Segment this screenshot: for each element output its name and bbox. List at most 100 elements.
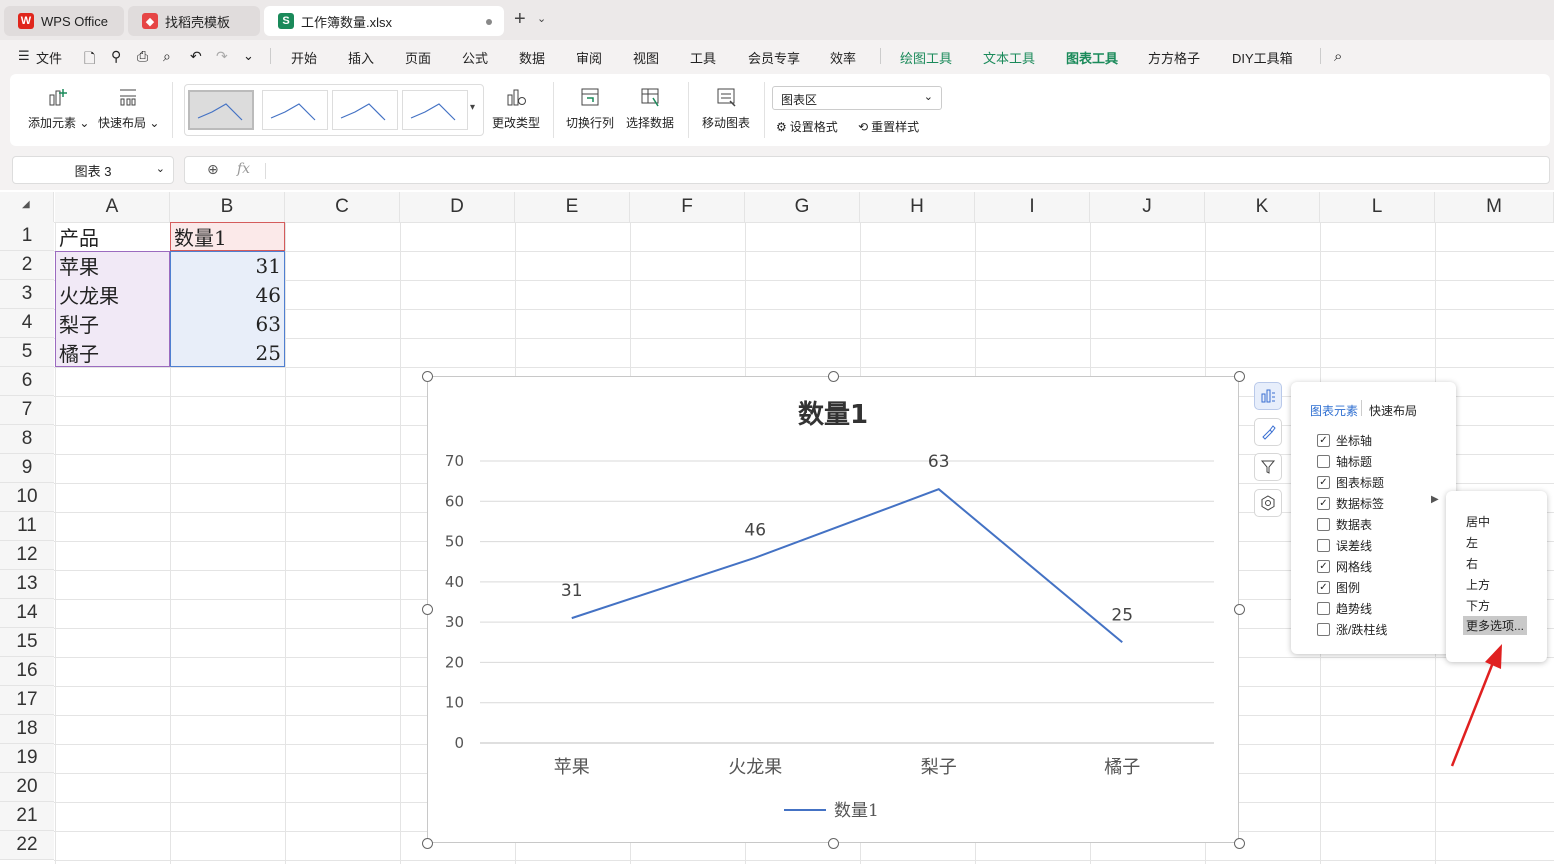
print-preview-icon[interactable]: ⌕ (163, 48, 171, 65)
reset-style-button[interactable]: ⟲ 重置样式 (858, 118, 919, 135)
column-header-b[interactable]: B (170, 192, 285, 222)
row-header-16[interactable]: 16 (0, 657, 54, 686)
chart-style-thumb-3[interactable] (332, 90, 398, 130)
menu-drawing-tools[interactable]: 绘图工具 (900, 48, 952, 67)
resize-handle[interactable] (828, 371, 839, 382)
label-position-option[interactable]: 上方 (1466, 576, 1490, 593)
row-header-20[interactable]: 20 (0, 773, 54, 802)
resize-handle[interactable] (422, 604, 433, 615)
tab-list-chevron-icon[interactable]: ⌄ (537, 12, 546, 25)
row-header-18[interactable]: 18 (0, 715, 54, 744)
element-option[interactable]: 轴标题 (1317, 453, 1372, 470)
redo-icon[interactable]: ↷ (216, 48, 228, 65)
row-header-4[interactable]: 4 (0, 309, 54, 338)
formula-input-area[interactable]: ⊕ fx (184, 156, 1550, 184)
menu-chart-tools[interactable]: 图表工具 (1066, 48, 1119, 74)
menu-insert[interactable]: 插入 (348, 48, 374, 67)
element-option[interactable]: ✓ 数据标签 (1317, 495, 1384, 512)
element-option[interactable]: ✓ 网格线 (1317, 558, 1372, 575)
checkbox-unchecked-icon[interactable] (1317, 539, 1330, 552)
resize-handle[interactable] (1234, 604, 1245, 615)
data-point[interactable] (752, 555, 758, 561)
menu-data[interactable]: 数据 (519, 48, 545, 67)
cell-a3[interactable]: 火龙果 (59, 280, 119, 309)
checkbox-checked-icon[interactable]: ✓ (1317, 560, 1330, 573)
row-header-5[interactable]: 5 (0, 338, 54, 367)
resize-handle[interactable] (422, 838, 433, 849)
column-header-e[interactable]: E (515, 192, 630, 222)
unsaved-dot-icon[interactable] (486, 19, 492, 25)
move-chart-button[interactable]: 移动图表 (696, 86, 756, 131)
row-header-14[interactable]: 14 (0, 599, 54, 628)
column-header-j[interactable]: J (1090, 192, 1205, 222)
share-icon[interactable]: ⚲ (111, 48, 121, 65)
new-tab-plus-icon[interactable]: + (514, 8, 526, 31)
gallery-more-chevron-icon[interactable]: ▾ (470, 102, 475, 113)
select-all-corner[interactable]: ◢ (0, 192, 54, 222)
data-point[interactable] (569, 615, 575, 621)
chevron-right-icon[interactable]: ▶ (1431, 494, 1439, 505)
select-data-button[interactable]: 选择数据 (622, 86, 678, 131)
change-type-button[interactable]: 更改类型 (488, 86, 544, 131)
switch-row-col-button[interactable]: 切换行列 (562, 86, 618, 131)
checkbox-checked-icon[interactable]: ✓ (1317, 581, 1330, 594)
menu-view[interactable]: 视图 (633, 48, 659, 67)
data-point[interactable] (1119, 639, 1125, 645)
menu-diy-toolbox[interactable]: DIY工具箱 (1232, 48, 1293, 67)
checkbox-unchecked-icon[interactable] (1317, 518, 1330, 531)
tab-template[interactable]: ◆ 找稻壳模板 (128, 6, 260, 36)
element-option[interactable]: ✓ 图例 (1317, 579, 1360, 596)
row-header-12[interactable]: 12 (0, 541, 54, 570)
resize-handle[interactable] (828, 838, 839, 849)
chart-title[interactable]: 数量1 (798, 400, 868, 430)
cell-b1[interactable]: 数量1 (174, 222, 227, 251)
element-option[interactable]: 数据表 (1317, 516, 1372, 533)
cell-b2[interactable]: 31 (170, 251, 281, 280)
chart-style-button[interactable] (1254, 418, 1282, 446)
chart-style-thumb-4[interactable] (402, 90, 468, 130)
menu-home[interactable]: 开始 (291, 48, 317, 67)
save-icon[interactable]: 🗋 (84, 48, 95, 72)
fx-icon[interactable]: fx (237, 161, 250, 177)
checkbox-unchecked-icon[interactable] (1317, 623, 1330, 636)
element-option[interactable]: 趋势线 (1317, 600, 1372, 617)
row-header-10[interactable]: 10 (0, 483, 54, 512)
element-option[interactable]: 误差线 (1317, 537, 1372, 554)
cell-b4[interactable]: 63 (170, 309, 281, 338)
chart-filter-button[interactable] (1254, 453, 1282, 481)
row-header-15[interactable]: 15 (0, 628, 54, 657)
search-icon[interactable]: ⌕ (1334, 48, 1342, 65)
checkbox-checked-icon[interactable]: ✓ (1317, 476, 1330, 489)
resize-handle[interactable] (422, 371, 433, 382)
column-header-h[interactable]: H (860, 192, 975, 222)
element-option[interactable]: ✓ 图表标题 (1317, 474, 1384, 491)
column-header-d[interactable]: D (400, 192, 515, 222)
data-label[interactable]: 46 (744, 521, 766, 541)
row-header-7[interactable]: 7 (0, 396, 54, 425)
row-header-13[interactable]: 13 (0, 570, 54, 599)
row-header-8[interactable]: 8 (0, 425, 54, 454)
data-point[interactable] (936, 486, 942, 492)
chart-elements-button[interactable] (1254, 382, 1282, 410)
element-option[interactable]: ✓ 坐标轴 (1317, 432, 1372, 449)
column-header-l[interactable]: L (1320, 192, 1435, 222)
hamburger-icon[interactable]: ☰ (18, 48, 30, 64)
row-header-17[interactable]: 17 (0, 686, 54, 715)
menu-formula[interactable]: 公式 (462, 48, 488, 67)
chart-settings-button[interactable] (1254, 489, 1282, 517)
column-header-c[interactable]: C (285, 192, 400, 222)
row-header-6[interactable]: 6 (0, 367, 54, 396)
row-header-11[interactable]: 11 (0, 512, 54, 541)
column-header-k[interactable]: K (1205, 192, 1320, 222)
line-chart[interactable]: 数量1 0 10 20 30 40 50 60 70 苹果 火龙果 梨子 橘子 31 46 63 25 数量1 (427, 376, 1239, 843)
tab-wps-office[interactable]: W WPS Office (4, 6, 124, 36)
data-label[interactable]: 25 (1111, 605, 1133, 625)
menu-review[interactable]: 审阅 (576, 48, 602, 67)
cell-a5[interactable]: 橘子 (59, 338, 99, 367)
series-line[interactable] (571, 488, 1123, 644)
quick-layout-button[interactable]: 快速布局 ⌄ (98, 86, 159, 131)
label-position-option[interactable]: 下方 (1466, 597, 1490, 614)
menu-member[interactable]: 会员专享 (748, 48, 800, 67)
cell-a4[interactable]: 梨子 (59, 309, 99, 338)
row-header-21[interactable]: 21 (0, 802, 54, 831)
